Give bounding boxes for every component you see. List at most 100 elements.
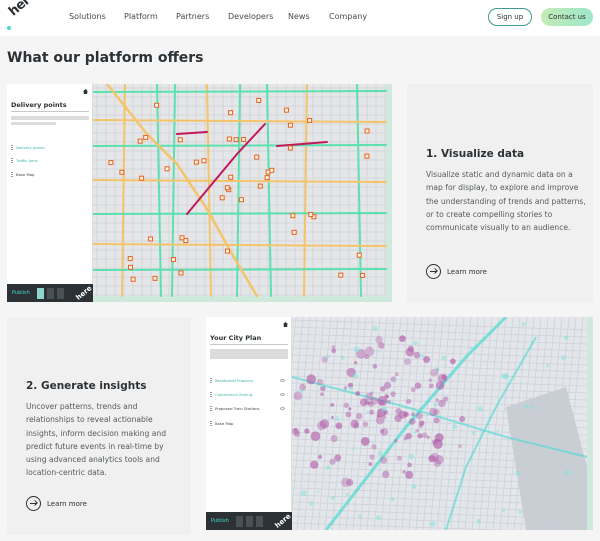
nav-link-company[interactable]: Company bbox=[329, 12, 367, 21]
heat-dot bbox=[406, 398, 412, 405]
delivery-point-marker bbox=[224, 185, 230, 191]
view-thumb-3[interactable] bbox=[255, 515, 264, 527]
heat-dot bbox=[403, 411, 409, 417]
commercial-dot bbox=[340, 355, 345, 360]
commercial-dot bbox=[501, 508, 506, 513]
commercial-dot bbox=[345, 492, 349, 497]
delivery-point-marker bbox=[130, 276, 136, 282]
heat-dot bbox=[395, 408, 402, 415]
nav-link-solutions[interactable]: Solutions bbox=[69, 12, 106, 21]
heat-dot bbox=[382, 470, 390, 479]
drag-handle-icon[interactable] bbox=[210, 406, 212, 411]
commercial-dot bbox=[521, 322, 526, 327]
view-thumb-2[interactable] bbox=[245, 515, 253, 527]
delivery-point-marker bbox=[287, 145, 293, 151]
heat-dot bbox=[385, 394, 390, 399]
road-line bbox=[92, 90, 387, 93]
commercial-dot bbox=[325, 465, 331, 470]
learn-more-link[interactable]: Learn more bbox=[26, 496, 87, 511]
commercial-dot bbox=[420, 353, 425, 358]
heat-dot bbox=[319, 419, 330, 429]
layer-label: Delivery points bbox=[16, 145, 45, 150]
road-line bbox=[92, 212, 387, 215]
road-line bbox=[92, 144, 387, 147]
heat-dot bbox=[409, 418, 416, 425]
panel-title: Delivery points bbox=[11, 101, 67, 109]
layer-item-traffic-jams[interactable]: Traffic jams bbox=[11, 158, 38, 163]
heat-dot bbox=[375, 415, 385, 425]
contact-us-button[interactable]: Contact us bbox=[541, 8, 593, 26]
nav-link-developers[interactable]: Developers bbox=[228, 12, 273, 21]
heat-dot bbox=[294, 431, 301, 438]
heat-dot bbox=[423, 355, 431, 363]
heat-dot bbox=[402, 470, 406, 474]
divider bbox=[11, 111, 89, 112]
visibility-icon[interactable] bbox=[280, 407, 285, 410]
nav-link-partners[interactable]: Partners bbox=[176, 12, 209, 21]
layer-item-residential-property[interactable]: Residential Property bbox=[210, 378, 253, 383]
commercial-dot bbox=[561, 355, 567, 361]
learn-more-link[interactable]: Learn more bbox=[426, 264, 487, 279]
visibility-icon[interactable] bbox=[280, 379, 285, 382]
heat-dot bbox=[355, 391, 361, 396]
view-thumb-1[interactable] bbox=[36, 287, 44, 299]
commercial-dot bbox=[408, 453, 414, 460]
layer-item-proposed-train-stations[interactable]: Proposed Train Stations bbox=[210, 406, 259, 411]
delivery-point-marker bbox=[338, 272, 344, 278]
publish-button[interactable]: Publish bbox=[12, 290, 30, 296]
view-thumb-2[interactable] bbox=[46, 287, 54, 299]
drag-handle-icon[interactable] bbox=[210, 378, 212, 383]
arrow-right-icon bbox=[26, 496, 41, 511]
layer-item-base-map[interactable]: Base Map bbox=[11, 172, 34, 177]
commercial-dot bbox=[413, 430, 417, 434]
layer-item-delivery-points[interactable]: Delivery points bbox=[11, 145, 45, 150]
heat-dot bbox=[443, 396, 449, 402]
drag-handle-icon[interactable] bbox=[11, 145, 13, 150]
here-logo[interactable]: here bbox=[6, 0, 40, 30]
commercial-dot bbox=[344, 343, 347, 347]
commercial-dot bbox=[377, 450, 383, 456]
commercial-dot bbox=[564, 335, 569, 340]
heat-dot bbox=[399, 335, 406, 343]
publish-bar: Publish here bbox=[206, 512, 292, 530]
description-placeholder bbox=[210, 349, 288, 359]
heat-dot bbox=[426, 435, 430, 439]
layer-item-commercial-zoning[interactable]: Commercial Zoning bbox=[210, 392, 252, 397]
heat-dot bbox=[372, 364, 378, 369]
sign-up-button[interactable]: Sign up bbox=[488, 8, 532, 26]
heat-dot bbox=[429, 407, 438, 417]
commercial-dot bbox=[381, 406, 387, 412]
feature-card-insights: 2. Generate insights Uncover patterns, t… bbox=[7, 317, 191, 535]
commercial-dot bbox=[564, 469, 571, 476]
commercial-dot bbox=[411, 484, 417, 490]
view-thumb-1[interactable] bbox=[235, 515, 243, 527]
commercial-dot bbox=[394, 378, 398, 382]
drag-handle-icon[interactable] bbox=[210, 421, 212, 426]
visibility-icon[interactable] bbox=[280, 393, 285, 396]
heat-dot bbox=[441, 374, 448, 381]
commercial-dot bbox=[515, 470, 521, 476]
heat-dot bbox=[433, 417, 440, 424]
commercial-dot bbox=[497, 429, 500, 433]
heat-dot bbox=[432, 439, 443, 449]
drag-handle-icon[interactable] bbox=[11, 172, 13, 177]
commercial-dot bbox=[472, 347, 475, 350]
commercial-dot bbox=[469, 346, 473, 350]
heat-dot bbox=[407, 462, 412, 468]
layer-item-base-map[interactable]: Base Map bbox=[210, 421, 233, 426]
drag-handle-icon[interactable] bbox=[210, 392, 212, 397]
commercial-dot bbox=[488, 431, 492, 435]
drag-handle-icon[interactable] bbox=[11, 158, 13, 163]
view-thumb-3[interactable] bbox=[56, 287, 65, 299]
heat-dot bbox=[370, 396, 379, 405]
nav-link-news[interactable]: News bbox=[288, 12, 310, 21]
nav-link-platform[interactable]: Platform bbox=[124, 12, 158, 21]
delivery-point-marker bbox=[154, 102, 160, 108]
publish-button[interactable]: Publish bbox=[211, 518, 229, 524]
heat-dot bbox=[348, 407, 352, 411]
commercial-dot bbox=[429, 520, 436, 527]
commercial-dot bbox=[477, 405, 483, 412]
heat-dot bbox=[331, 345, 336, 349]
delivery-points-map-mockup: Delivery points Delivery points Traffic … bbox=[7, 84, 392, 302]
heat-dot bbox=[405, 470, 414, 479]
